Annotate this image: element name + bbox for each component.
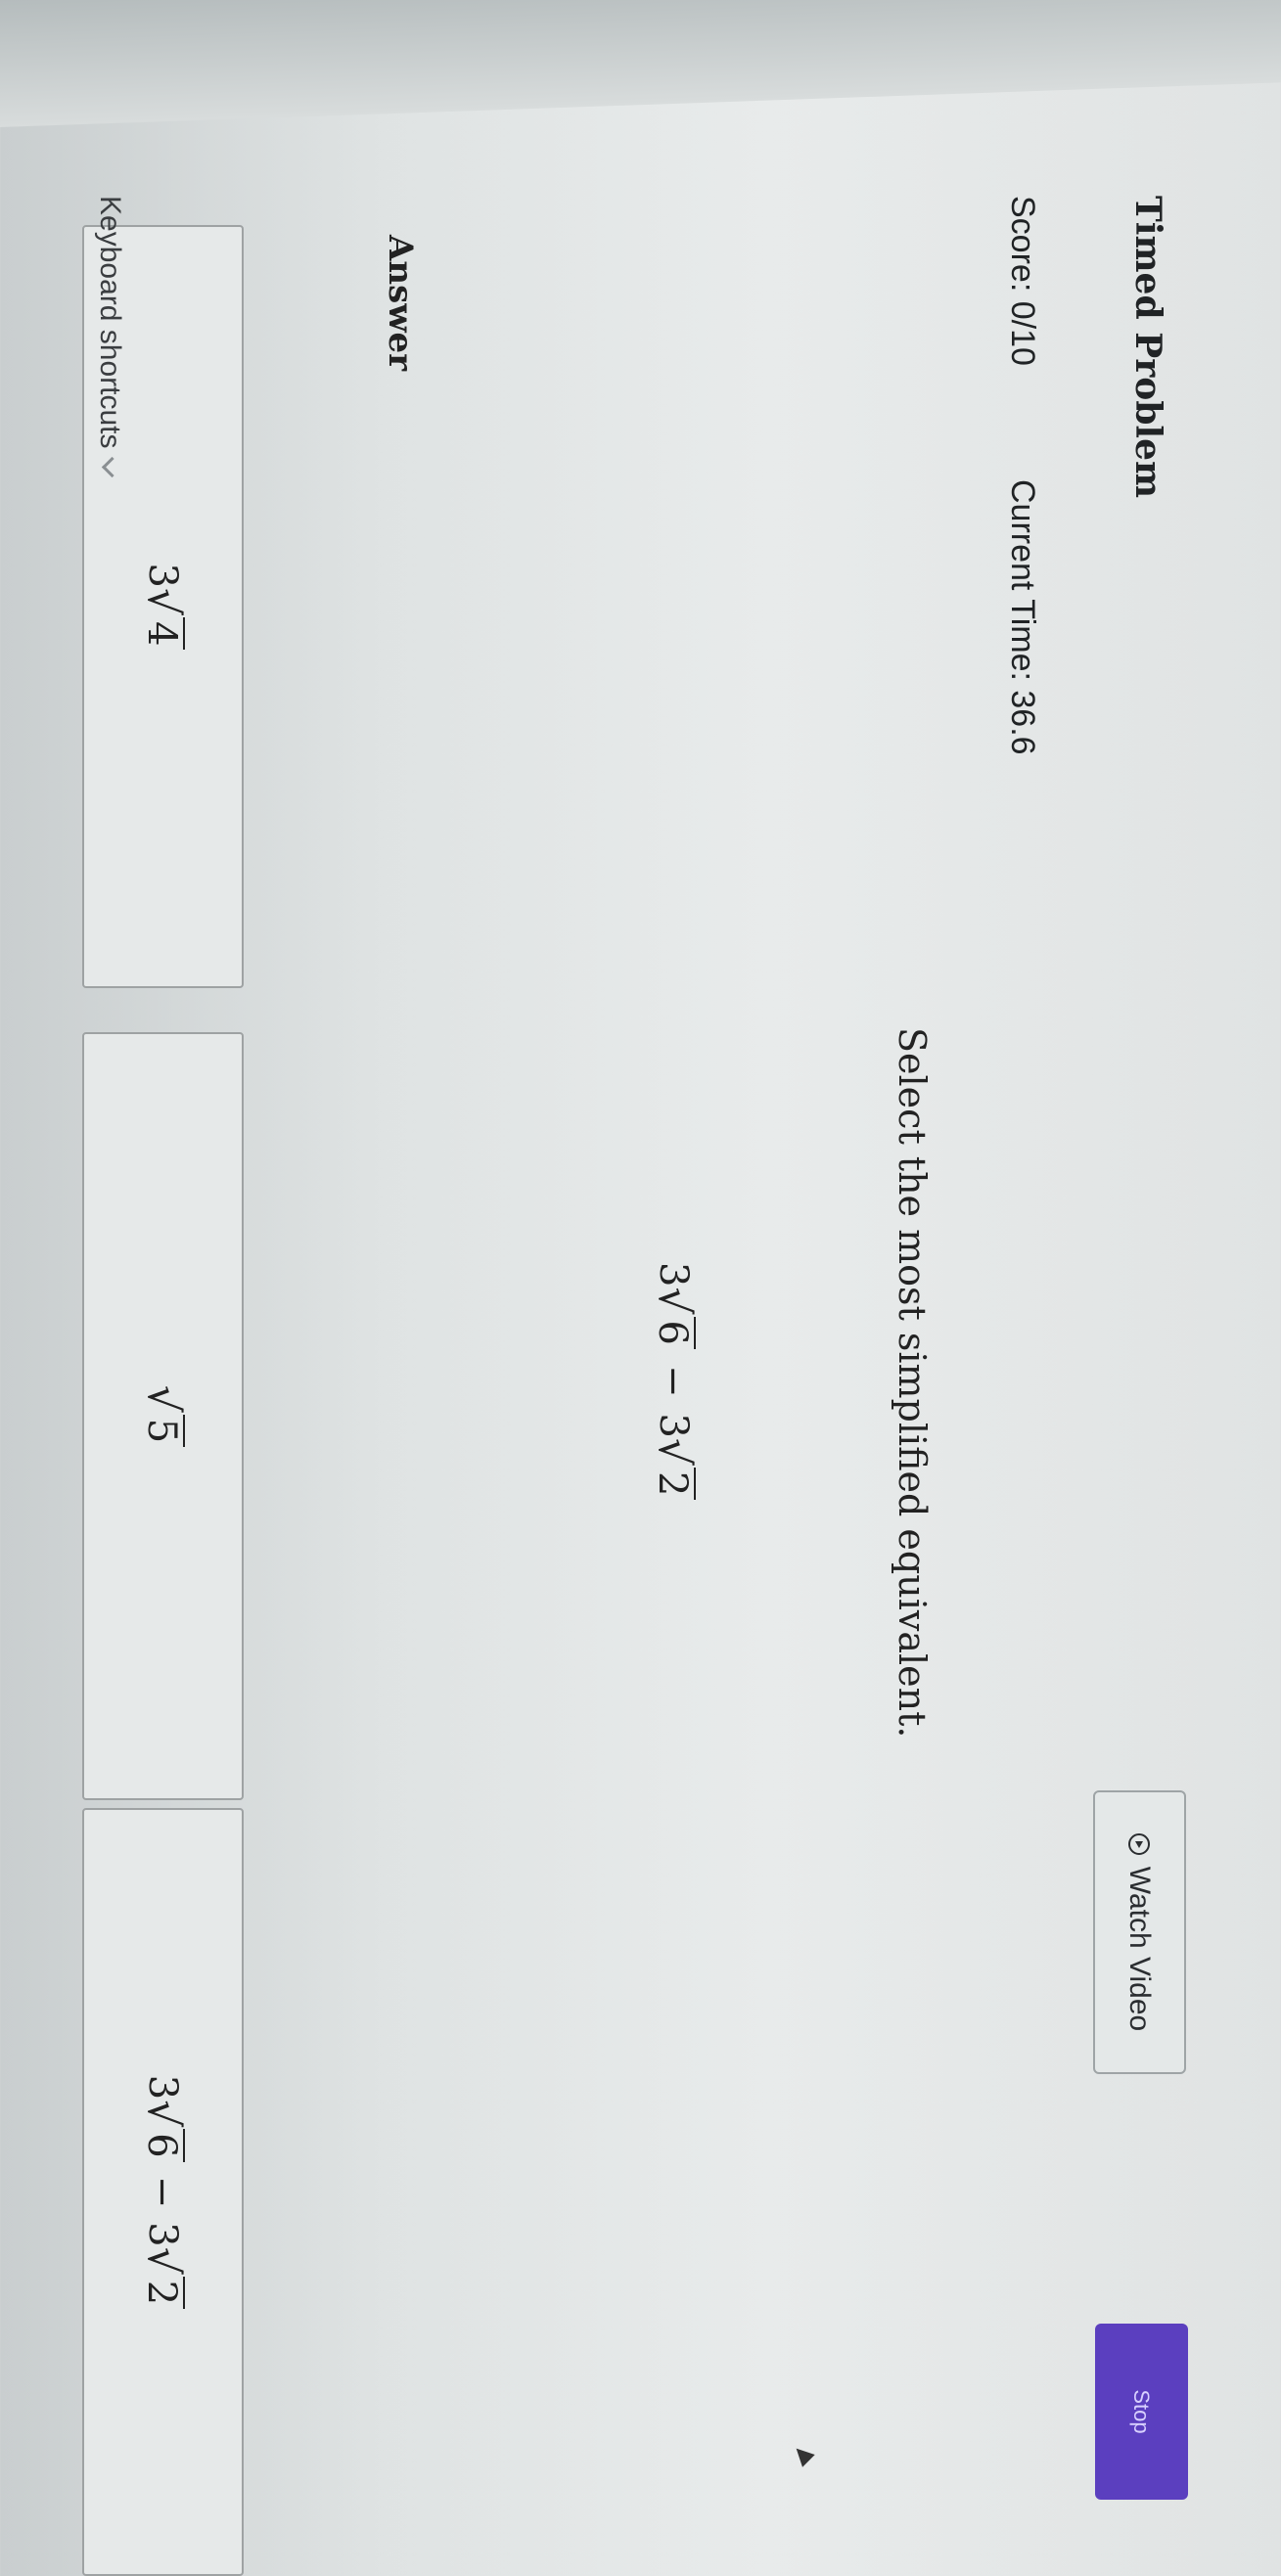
score-text: Score: 0/10 (1004, 196, 1041, 366)
page-title: Timed Problem (1127, 196, 1168, 499)
chevron-down-icon (102, 457, 123, 478)
choice-2-math: √ 5 (138, 1385, 188, 1448)
answer-choice-3[interactable]: 3 √ 6 − 3 √ 2 (82, 1808, 244, 2576)
operator: − (651, 1364, 697, 1398)
choice-radicand-2: 2 (140, 2276, 186, 2310)
sqrt-symbol: √ (138, 2246, 188, 2275)
problem-expression: 3 √ 6 − 3 √ 2 (649, 1262, 699, 1501)
coef-1: 3 (651, 1262, 697, 1288)
radicand-2: 2 (651, 1467, 697, 1501)
mouse-cursor-icon (790, 2442, 815, 2467)
keyboard-shortcuts-label: Keyboard shortcuts (94, 196, 126, 449)
choice-3-math: 3 √ 6 − 3 √ 2 (138, 2074, 188, 2310)
watch-video-button[interactable]: Watch Video (1093, 1790, 1186, 2074)
radicand-1: 6 (651, 1316, 697, 1349)
problem-panel: Timed Problem Watch Video Stop Score: 0/… (0, 0, 1281, 2576)
stop-button[interactable]: Stop (1095, 2324, 1188, 2500)
watch-video-label: Watch Video (1123, 1866, 1157, 2032)
stop-label: Stop (1129, 2389, 1155, 2434)
sqrt-symbol: √ (138, 587, 188, 616)
choice-radicand: 4 (140, 617, 186, 651)
keyboard-shortcuts-toggle[interactable]: Keyboard shortcuts (93, 196, 126, 478)
answer-label: Answer (381, 235, 420, 372)
choice-coef-1: 3 (140, 2074, 186, 2101)
choice-operator: − (140, 2175, 186, 2209)
choice-radicand: 5 (140, 1414, 186, 1448)
choice-1-math: 3 √ 4 (138, 564, 188, 651)
choice-coef: 3 (140, 563, 186, 588)
coef-2: 3 (651, 1413, 697, 1438)
choice-radicand-1: 6 (140, 2129, 186, 2162)
play-circle-icon (1128, 1832, 1151, 1855)
sqrt-symbol: √ (649, 1287, 699, 1315)
sqrt-symbol: √ (138, 2100, 188, 2128)
choice-coef-2: 3 (140, 2222, 186, 2247)
sqrt-symbol: √ (649, 1437, 699, 1466)
current-time-text: Current Time: 36.6 (1004, 479, 1041, 755)
answer-choice-2[interactable]: √ 5 (82, 1032, 244, 1800)
question-prompt: Select the most simplified equivalent. (891, 1027, 934, 1739)
sqrt-symbol: √ (138, 1384, 188, 1413)
